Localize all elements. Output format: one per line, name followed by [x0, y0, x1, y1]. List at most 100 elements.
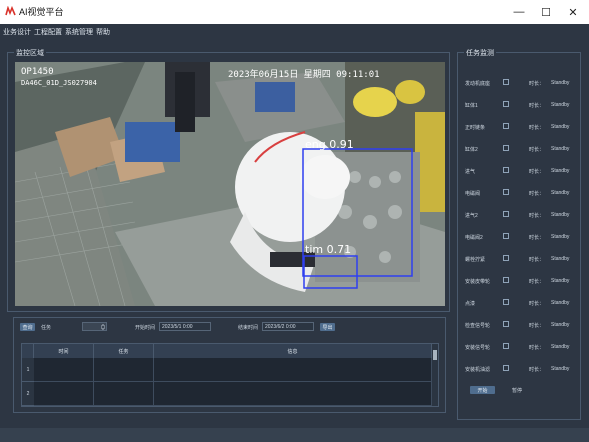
- task-row: 安装机油滤 时长： Standby: [465, 364, 580, 374]
- query-button[interactable]: 查询: [20, 323, 35, 331]
- task-name: 检查信号轮: [465, 323, 491, 329]
- task-row: 发动机底座 时长： Standby: [465, 78, 580, 88]
- start-time-input[interactable]: 2023/5/1 0:00: [159, 322, 211, 331]
- menu-bar: 业务设计 工程配置 系统管理 帮助: [0, 24, 589, 40]
- table-cell: [154, 358, 432, 382]
- detection-label-eng-score: 0.91: [329, 138, 354, 151]
- task-status: Standby: [551, 190, 570, 196]
- task-row: 缸体1 时长： Standby: [465, 100, 580, 110]
- task-checkbox[interactable]: [503, 365, 509, 371]
- menu-item-business[interactable]: 业务设计: [3, 27, 31, 37]
- task-row: 进气 时长： Standby: [465, 166, 580, 176]
- task-name: 发动机底座: [465, 81, 491, 87]
- task-status: Standby: [551, 344, 570, 350]
- task-status: Standby: [551, 102, 570, 108]
- task-checkbox[interactable]: [503, 255, 509, 261]
- log-table: 时间 任务 信息 1 2: [21, 343, 439, 407]
- close-icon: ✕: [568, 6, 578, 19]
- task-name: 螺栓拧紧: [465, 257, 486, 263]
- task-name: 进气2: [465, 213, 478, 219]
- task-time-label: 时长：: [529, 257, 545, 263]
- table-cell: [34, 382, 94, 406]
- task-name: 安装机油滤: [465, 367, 491, 373]
- detection-label-tim: tim 0.71: [305, 243, 351, 256]
- task-time-label: 时长：: [529, 103, 545, 109]
- task-checkbox[interactable]: [503, 145, 509, 151]
- task-checkbox[interactable]: [503, 189, 509, 195]
- end-time-input[interactable]: 2023/6/2 0:00: [262, 322, 314, 331]
- stop-button[interactable]: 暂停: [512, 387, 522, 394]
- end-time-label: 结束时间: [238, 325, 259, 331]
- table-cell: [94, 358, 154, 382]
- table-header-info: 信息: [154, 344, 432, 358]
- table-header-time: 时间: [34, 344, 94, 358]
- camera-feed: OP1450 DA46C_01D_JS027904 2023年06月15日 星期…: [15, 62, 445, 306]
- task-checkbox[interactable]: [503, 299, 509, 305]
- task-checkbox[interactable]: [503, 101, 509, 107]
- start-button[interactable]: 开始: [470, 386, 495, 394]
- task-checkbox[interactable]: [503, 343, 509, 349]
- table-cell: [154, 382, 432, 406]
- task-status: Standby: [551, 168, 570, 174]
- table-scrollbar[interactable]: [432, 344, 438, 406]
- task-name: 进气: [465, 169, 476, 175]
- task-checkbox[interactable]: [503, 233, 509, 239]
- table-cell: [34, 358, 94, 382]
- task-checkbox[interactable]: [503, 79, 509, 85]
- task-row: 电磁阀 时长： Standby: [465, 188, 580, 198]
- task-name: 缸体2: [465, 147, 478, 153]
- task-time-label: 时长：: [529, 81, 545, 87]
- task-name: 安装皮带轮: [465, 279, 491, 285]
- task-time-label: 时长：: [529, 169, 545, 175]
- detection-label-tim-name: tim: [305, 243, 324, 256]
- task-name: 电磁阀2: [465, 235, 483, 241]
- detection-label-eng: eng 0.91: [305, 138, 354, 151]
- maximize-icon: ☐: [541, 6, 551, 19]
- task-status: Standby: [551, 300, 570, 306]
- overlay-timestamp: 2023年06月15日 星期四 09:11:01: [228, 70, 380, 80]
- camera-scene-image: [15, 62, 445, 306]
- task-checkbox[interactable]: [503, 321, 509, 327]
- task-checkbox[interactable]: [503, 123, 509, 129]
- overlay-code: DA46C_01D_JS027904: [21, 79, 97, 87]
- task-selector[interactable]: [82, 322, 107, 331]
- menu-item-help[interactable]: 帮助: [96, 27, 110, 37]
- task-time-label: 时长：: [529, 191, 545, 197]
- task-checkbox[interactable]: [503, 167, 509, 173]
- start-time-label: 开始时间: [135, 325, 156, 331]
- task-time-label: 时长：: [529, 125, 545, 131]
- task-status: Standby: [551, 322, 570, 328]
- detection-label-eng-name: eng: [305, 138, 326, 151]
- scrollbar-thumb[interactable]: [433, 350, 437, 360]
- table-row-number-2: 2: [22, 382, 34, 406]
- window-title: AI视觉平台: [19, 7, 64, 17]
- task-name: 正时链条: [465, 125, 486, 131]
- spin-arrows-icon: [101, 324, 105, 330]
- app-window: AI视觉平台 — ☐ ✕ 业务设计 工程配置 系统管理 帮助 监控区域 OP14…: [0, 0, 589, 442]
- table-header-task: 任务: [94, 344, 154, 358]
- task-name: 电磁阀: [465, 191, 481, 197]
- table-row-number-1: 1: [22, 358, 34, 382]
- title-bar: AI视觉平台 — ☐ ✕: [0, 0, 589, 24]
- task-status: Standby: [551, 366, 570, 372]
- app-logo-icon: [5, 6, 16, 16]
- task-monitor-title: 任务监测: [464, 48, 496, 58]
- task-checkbox[interactable]: [503, 277, 509, 283]
- task-row: 安装信号轮 时长： Standby: [465, 342, 580, 352]
- menu-item-system[interactable]: 系统管理: [65, 27, 93, 37]
- task-time-label: 时长：: [529, 367, 545, 373]
- overlay-station: OP1450: [21, 67, 54, 77]
- task-row: 进气2 时长： Standby: [465, 210, 580, 220]
- task-status: Standby: [551, 212, 570, 218]
- monitor-panel-title: 监控区域: [14, 48, 46, 58]
- task-checkbox[interactable]: [503, 211, 509, 217]
- close-button[interactable]: ✕: [556, 0, 589, 24]
- task-status: Standby: [551, 234, 570, 240]
- task-row: 正时链条 时长： Standby: [465, 122, 580, 132]
- task-name: 缸体1: [465, 103, 478, 109]
- menu-item-project[interactable]: 工程配置: [34, 27, 62, 37]
- task-status: Standby: [551, 278, 570, 284]
- task-time-label: 时长：: [529, 301, 545, 307]
- task-row: 点漆 时长： Standby: [465, 298, 580, 308]
- export-button[interactable]: 导出: [320, 323, 335, 331]
